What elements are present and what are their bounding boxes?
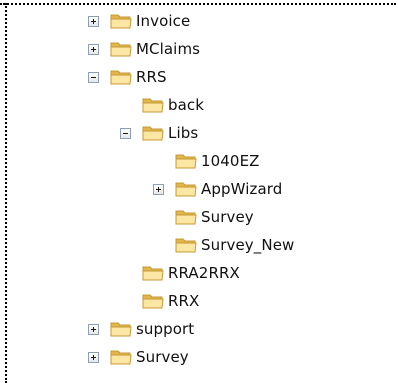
tree-node-label: Survey [201, 208, 254, 226]
tree-node-label: Survey [136, 348, 189, 366]
folder-icon [175, 182, 197, 197]
folder-icon [142, 266, 164, 281]
tree-node-rra2rrx[interactable]: RRA2RRX [142, 258, 240, 288]
folder-icon [110, 14, 132, 29]
collapse-icon[interactable] [88, 71, 99, 83]
folder-icon [110, 42, 132, 57]
expand-icon[interactable] [153, 183, 164, 195]
folder-icon [175, 238, 197, 253]
expand-icon[interactable] [88, 323, 99, 335]
tree-node-1040ez[interactable]: 1040EZ [175, 146, 260, 176]
tree-node-rrs[interactable]: RRS [88, 62, 167, 92]
folder-icon [110, 70, 132, 85]
tree-node-back[interactable]: back [142, 90, 204, 120]
tree-node-rrx[interactable]: RRX [142, 286, 199, 316]
tree-node-label: Libs [168, 124, 199, 142]
tree-node-invoice[interactable]: Invoice [88, 6, 190, 36]
expand-icon[interactable] [88, 15, 99, 27]
folder-icon [142, 98, 164, 113]
tree-node-label: 1040EZ [201, 152, 260, 170]
tree-node-survey-libs[interactable]: Survey [175, 202, 254, 232]
collapse-icon[interactable] [120, 127, 131, 139]
tree-node-label: RRS [136, 68, 167, 86]
tree-node-mclaims[interactable]: MClaims [88, 34, 200, 64]
folder-icon [142, 126, 164, 141]
folder-icon [175, 154, 197, 169]
tree-node-appwizard[interactable]: AppWizard [153, 174, 282, 204]
tree-node-label: RRA2RRX [168, 264, 240, 282]
focus-border-top [0, 3, 396, 5]
tree-node-support[interactable]: support [88, 314, 194, 344]
folder-icon [142, 294, 164, 309]
tree-node-label: MClaims [136, 40, 201, 58]
folder-icon [110, 322, 132, 337]
tree-node-label: RRX [168, 292, 200, 310]
tree-node-label: AppWizard [201, 180, 283, 198]
tree-node-libs[interactable]: Libs [120, 118, 198, 148]
tree-node-label: back [168, 96, 205, 114]
tree-node-survey[interactable]: Survey [88, 342, 189, 372]
tree-node-label: support [136, 320, 195, 338]
tree-node-label: Invoice [136, 12, 191, 30]
folder-icon [110, 350, 132, 365]
focus-border-left [5, 3, 7, 383]
expand-icon[interactable] [88, 43, 99, 55]
tree-node-survey-new[interactable]: Survey_New [175, 230, 294, 260]
tree-node-label: Survey_New [201, 236, 295, 254]
folder-tree: Invoice MClaims RRS back Libs 1040EZ App… [0, 0, 398, 383]
expand-icon[interactable] [88, 351, 99, 363]
folder-icon [175, 210, 197, 225]
